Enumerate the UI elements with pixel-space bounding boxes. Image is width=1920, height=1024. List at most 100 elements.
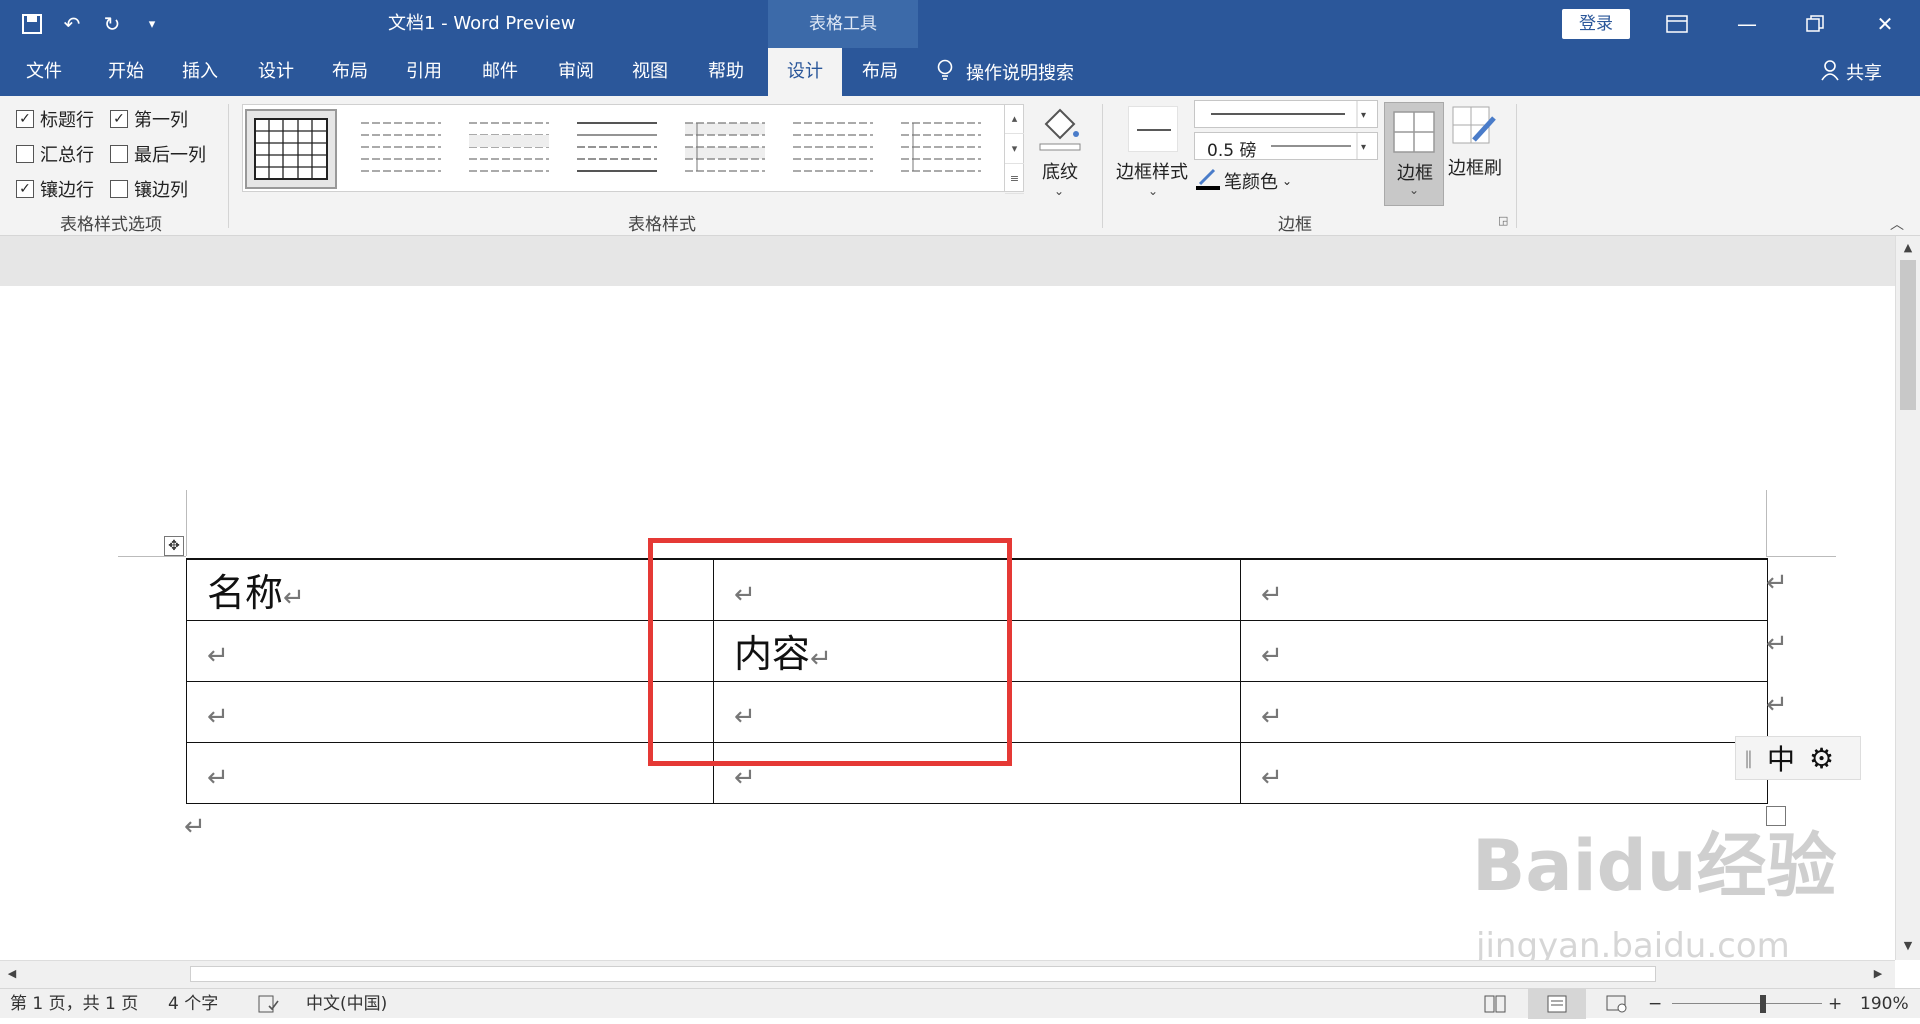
shading-dropdown-icon[interactable]: ⌄ — [1054, 184, 1064, 198]
tab-references[interactable]: 引用 — [396, 48, 452, 96]
share-button[interactable]: 共享 — [1820, 48, 1882, 96]
table-style-plain-1[interactable] — [355, 109, 447, 189]
zoom-slider[interactable] — [1672, 1003, 1822, 1004]
gallery-down-icon[interactable]: ▾ — [1005, 134, 1024, 164]
collapse-ribbon-icon[interactable]: ︿ — [1890, 214, 1904, 234]
table-cell[interactable]: ↵ — [186, 680, 714, 743]
tab-view[interactable]: 视图 — [622, 48, 678, 96]
table-cell[interactable]: ↵ — [1240, 558, 1768, 621]
table-cell[interactable]: ↵ — [186, 619, 714, 682]
option-last-column[interactable]: 最后一列 — [110, 141, 206, 167]
table-style-plain-2[interactable] — [463, 109, 555, 189]
undo-icon[interactable]: ↶ — [58, 10, 86, 38]
context-tab-table-tools: 表格工具 — [768, 0, 918, 48]
border-styles-button[interactable]: 边框样式 — [1116, 158, 1188, 184]
gallery-up-icon[interactable]: ▴ — [1005, 104, 1024, 134]
borders-button[interactable]: 边框 ⌄ — [1384, 102, 1444, 206]
pen-color-button[interactable]: 笔颜色 ⌄ — [1196, 166, 1292, 195]
quick-access-toolbar: ↶ ↻ ▾ — [18, 0, 166, 48]
tab-table-design[interactable]: 设计 — [768, 48, 842, 96]
zoom-in-icon[interactable]: + — [1828, 989, 1842, 1019]
table-move-handle-icon[interactable]: ✥ — [164, 536, 184, 556]
table-cell[interactable]: ↵ — [1240, 680, 1768, 743]
highlight-box — [648, 538, 1012, 766]
vertical-scroll-thumb[interactable] — [1900, 260, 1916, 410]
print-layout-icon[interactable] — [1528, 989, 1586, 1019]
tab-design[interactable]: 设计 — [248, 48, 304, 96]
scroll-up-icon[interactable]: ▲ — [1898, 238, 1918, 258]
zoom-out-icon[interactable]: − — [1648, 989, 1662, 1019]
gallery-more-icon[interactable]: ≡ — [1005, 164, 1024, 194]
tab-review[interactable]: 审阅 — [548, 48, 604, 96]
scroll-down-icon[interactable]: ▼ — [1898, 936, 1918, 956]
table-style-grid[interactable] — [245, 109, 337, 189]
row-end-mark: ↵ — [1766, 568, 1788, 598]
option-total-row[interactable]: 汇总行 — [16, 141, 94, 167]
tab-help[interactable]: 帮助 — [698, 48, 754, 96]
option-first-column[interactable]: ✓ 第一列 — [110, 106, 188, 132]
zoom-level[interactable]: 190% — [1860, 989, 1909, 1019]
tab-layout[interactable]: 布局 — [322, 48, 378, 96]
read-mode-icon[interactable] — [1484, 989, 1506, 1019]
pen-weight-select[interactable]: 0.5 磅 ▾ — [1194, 132, 1378, 161]
line-style-select[interactable]: ▾ — [1194, 100, 1378, 128]
table-style-plain-6[interactable] — [895, 109, 987, 189]
tab-mailings[interactable]: 邮件 — [472, 48, 528, 96]
shading-button[interactable]: 底纹 — [1042, 158, 1078, 184]
border-painter-button[interactable]: 边框刷 — [1448, 154, 1502, 180]
gear-icon[interactable]: ⚙ — [1809, 742, 1834, 775]
svg-text:▾: ▾ — [1361, 142, 1366, 153]
status-word-count[interactable]: 4 个字 — [168, 989, 218, 1019]
border-styles-dropdown-icon[interactable]: ⌄ — [1148, 184, 1158, 198]
dialog-launcher-icon[interactable]: ◲ — [1498, 214, 1508, 227]
save-icon[interactable] — [18, 10, 46, 38]
gallery-scroll: ▴ ▾ ≡ — [1004, 104, 1024, 194]
scroll-right-icon[interactable]: ▶ — [1868, 964, 1888, 984]
table-cell[interactable]: ↵ — [186, 741, 714, 804]
tell-me-search[interactable]: 操作说明搜索 — [936, 48, 1074, 96]
ime-mode-button[interactable]: 中 — [1767, 738, 1795, 778]
restore-icon[interactable] — [1786, 0, 1844, 48]
paint-bucket-icon[interactable] — [1036, 104, 1084, 152]
status-language[interactable]: 中文(中国) — [306, 989, 387, 1019]
option-banded-rows[interactable]: ✓ 镶边行 — [16, 176, 94, 202]
table-style-plain-4[interactable] — [679, 109, 771, 189]
tab-file[interactable]: 文件 — [16, 48, 72, 96]
margin-mark — [186, 490, 187, 556]
redo-icon[interactable]: ↻ — [98, 10, 126, 38]
option-header-row[interactable]: ✓ 标题行 — [16, 106, 94, 132]
watermark-logo: Baidu经验 — [1472, 825, 1837, 907]
proofing-icon[interactable] — [258, 989, 280, 1019]
table-cell[interactable]: 名称↵ — [186, 558, 714, 621]
minimize-icon[interactable]: — — [1718, 0, 1776, 48]
tab-insert[interactable]: 插入 — [172, 48, 228, 96]
vertical-scrollbar[interactable]: ▲ ▼ — [1895, 236, 1920, 960]
status-page[interactable]: 第 1 页，共 1 页 — [10, 989, 138, 1019]
person-icon — [1820, 59, 1840, 86]
table-cell[interactable]: ↵ — [1240, 619, 1768, 682]
checkbox-checked-icon: ✓ — [16, 110, 34, 128]
ribbon-display-icon[interactable] — [1648, 0, 1706, 48]
customize-icon[interactable]: ▾ — [138, 10, 166, 38]
close-icon[interactable]: ✕ — [1856, 0, 1914, 48]
border-painter-icon[interactable] — [1452, 106, 1498, 150]
group-label-borders: 边框 — [1278, 215, 1312, 235]
horizontal-scroll-thumb[interactable] — [190, 966, 1656, 982]
table-style-plain-5[interactable] — [787, 109, 879, 189]
tab-home[interactable]: 开始 — [98, 48, 154, 96]
web-layout-icon[interactable] — [1606, 989, 1628, 1019]
border-style-preview-icon[interactable] — [1128, 106, 1178, 152]
tab-table-layout[interactable]: 布局 — [852, 48, 908, 96]
option-banded-columns[interactable]: 镶边列 — [110, 176, 188, 202]
table-cell[interactable]: ↵ — [1240, 741, 1768, 804]
share-label: 共享 — [1846, 63, 1882, 84]
table-style-plain-3[interactable] — [571, 109, 663, 189]
horizontal-scrollbar[interactable]: ◀ ▶ — [0, 960, 1895, 988]
lightbulb-icon — [936, 59, 954, 86]
paragraph-mark: ↵ — [207, 701, 229, 732]
ime-drag-handle-icon[interactable]: ‖ — [1744, 748, 1753, 769]
checkbox-empty-icon — [110, 145, 128, 163]
zoom-slider-thumb[interactable] — [1760, 995, 1766, 1013]
login-button[interactable]: 登录 — [1562, 9, 1630, 39]
scroll-left-icon[interactable]: ◀ — [2, 964, 22, 984]
